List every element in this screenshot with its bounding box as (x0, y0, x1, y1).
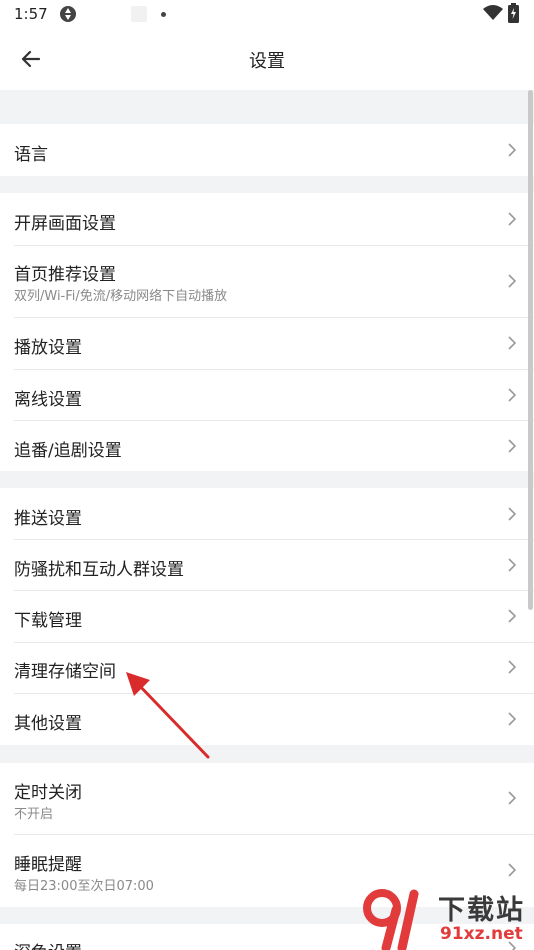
91-logo-mark (363, 889, 419, 950)
chevron-right-icon (508, 439, 517, 453)
row-label: 清理存储空间 (14, 662, 116, 682)
chevron-right-icon (508, 336, 517, 350)
settings-row-follow[interactable]: 追番/追剧设置 (0, 421, 534, 471)
settings-group-general: 推送设置 防骚扰和互动人群设置 下载管理 清理存储空间 其他设置 (0, 488, 534, 745)
row-label: 开屏画面设置 (14, 214, 116, 234)
chevron-right-icon (508, 274, 517, 288)
row-label: 其他设置 (14, 714, 82, 734)
row-label: 定时关闭 (14, 783, 82, 803)
watermark-brand: 下载站 (438, 895, 525, 926)
chevron-right-icon (508, 507, 517, 521)
chevron-right-icon (508, 863, 517, 877)
chevron-right-icon (508, 660, 517, 674)
sync-icon (60, 6, 76, 22)
page-title: 设置 (249, 51, 285, 72)
chevron-right-icon (508, 712, 517, 726)
row-label: 深色设置 (14, 938, 82, 950)
settings-row-splash[interactable]: 开屏画面设置 (0, 193, 534, 245)
row-label: 睡眠提醒 (14, 855, 82, 875)
row-label: 下载管理 (14, 611, 82, 631)
row-label: 离线设置 (14, 390, 82, 410)
settings-row-clear-storage[interactable]: 清理存储空间 (0, 643, 534, 693)
row-label: 播放设置 (14, 338, 82, 358)
settings-group-display: 开屏画面设置 首页推荐设置 双列/Wi-Fi/免流/移动网络下自动播放 播放设置… (0, 193, 534, 471)
settings-row-push[interactable]: 推送设置 (0, 488, 534, 539)
settings-group-timer: 定时关闭 不开启 睡眠提醒 每日23:00至次日07:00 (0, 763, 534, 907)
nav-bar: 设置 (0, 28, 534, 90)
dot-icon (161, 12, 166, 17)
row-label: 防骚扰和互动人群设置 (14, 560, 184, 580)
row-label: 推送设置 (14, 509, 82, 529)
status-time: 1:57 (14, 5, 48, 23)
status-bar: 1:57 (0, 0, 534, 28)
notification-square-icon (131, 6, 147, 22)
settings-row-sleep-timer[interactable]: 定时关闭 不开启 (0, 763, 534, 834)
watermark-url: 91xz.net (440, 924, 523, 944)
red-arrow-annotation (126, 672, 210, 759)
settings-group-language: 语言 (0, 124, 534, 176)
chevron-right-icon (508, 388, 517, 402)
chevron-right-icon (508, 558, 517, 572)
settings-row-other[interactable]: 其他设置 (0, 694, 534, 745)
chevron-right-icon (508, 609, 517, 623)
scrollbar[interactable] (528, 90, 533, 610)
chevron-right-icon (508, 791, 517, 805)
row-subtitle: 双列/Wi-Fi/免流/移动网络下自动播放 (14, 289, 228, 304)
wifi-icon (483, 5, 503, 20)
battery-icon (508, 3, 519, 23)
row-label: 首页推荐设置 (14, 265, 116, 285)
chevron-right-icon (508, 212, 517, 226)
settings-row-anti-harass[interactable]: 防骚扰和互动人群设置 (0, 540, 534, 590)
settings-row-home-recommend[interactable]: 首页推荐设置 双列/Wi-Fi/免流/移动网络下自动播放 (0, 246, 534, 317)
settings-row-offline[interactable]: 离线设置 (0, 370, 534, 420)
row-label: 语言 (14, 145, 48, 165)
row-subtitle: 每日23:00至次日07:00 (14, 879, 154, 894)
chevron-right-icon (508, 143, 517, 157)
row-label: 追番/追剧设置 (14, 441, 122, 461)
settings-row-playback[interactable]: 播放设置 (0, 318, 534, 369)
row-subtitle: 不开启 (14, 807, 54, 822)
settings-row-language[interactable]: 语言 (0, 124, 534, 176)
settings-row-download[interactable]: 下载管理 (0, 591, 534, 642)
